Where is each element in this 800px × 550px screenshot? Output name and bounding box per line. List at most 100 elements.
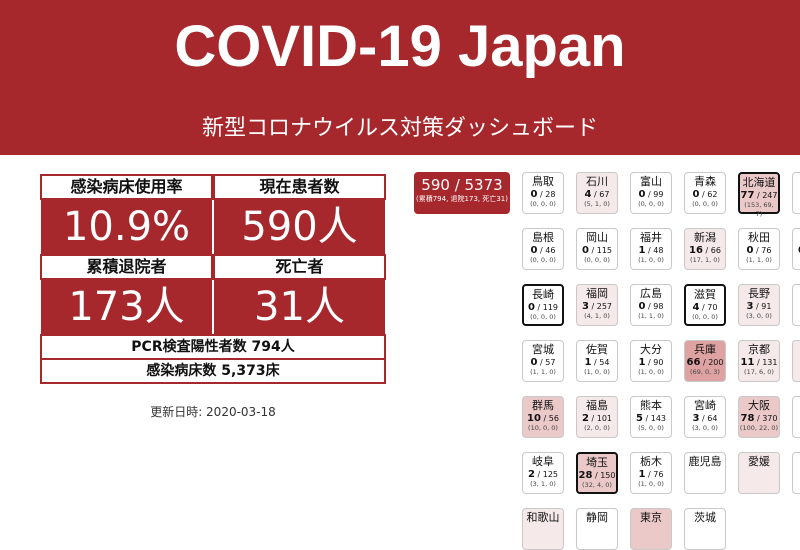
prefecture-name: 滋賀 [694, 288, 716, 301]
prefecture-tile[interactable]: 岡山 0 / 115 (0, 0, 0) [576, 228, 618, 270]
prefecture-tile[interactable]: 埼玉 28 / 150 (32, 4, 0) [576, 452, 618, 494]
prefecture-current: 1 [584, 357, 592, 368]
prefecture-beds: 91 [761, 302, 772, 311]
prefecture-tile[interactable]: 愛媛 [738, 452, 780, 494]
prefecture-tile[interactable]: 福岡 3 / 257 (4, 1, 0) [576, 284, 618, 326]
prefecture-tile[interactable]: 岐阜 2 / 125 (3, 1, 0) [522, 452, 564, 494]
prefecture-tile[interactable]: 兵庫 66 / 200 (69, 0, 3) [684, 340, 726, 382]
prefecture-breakdown: (0, 0, 0) [530, 313, 556, 321]
prefecture-tile[interactable]: 長野 3 / 91 (3, 0, 0) [738, 284, 780, 326]
prefecture-tile[interactable]: 鳥取 0 / 28 (0, 0, 0) [522, 172, 564, 214]
prefecture-beds: 131 [762, 358, 778, 367]
prefecture-count: 78 / 370 [739, 413, 779, 424]
prefecture-tile[interactable]: 京都 11 / 131 (17, 6, 0) [738, 340, 780, 382]
prefecture-breakdown: (1, 0, 0) [793, 200, 800, 209]
prefecture-tile[interactable]: 富山 0 / 99 (0, 0, 0) [630, 172, 672, 214]
prefecture-tile[interactable]: 熊本 5 / 143 (5, 0, 0) [630, 396, 672, 438]
prefecture-tile[interactable]: 茨城 [684, 508, 726, 550]
national-summary-tile[interactable]: 590 / 5373 (累積794, 退院173, 死亡31) [414, 172, 510, 214]
prefecture-breakdown: (69, 0, 3) [690, 368, 720, 376]
prefecture-tile[interactable]: 群馬 10 / 56 (10, 0, 0) [522, 396, 564, 438]
prefecture-current: 4 [692, 302, 700, 313]
prefecture-tile[interactable]: 滋賀 4 / 70 (0, 0, 0) [684, 284, 726, 326]
prefecture-tile[interactable]: 石川 4 / 67 (5, 1, 0) [576, 172, 618, 214]
prefecture-tile[interactable]: 広島 0 / 98 (1, 1, 0) [630, 284, 672, 326]
prefecture-beds: 370 [762, 414, 778, 423]
deaths-label: 死亡者 [213, 254, 386, 280]
prefecture-breakdown: (153, 69, 7) [744, 201, 774, 218]
prefecture-tile[interactable]: 宮崎 3 / 64 (3, 0, 0) [684, 396, 726, 438]
prefecture-name: 愛媛 [748, 455, 770, 468]
prefecture-beds: 143 [650, 414, 667, 423]
prefecture-tile[interactable]: 奈良2 / 54(6, 4, 0) [792, 396, 800, 438]
prefecture-tile[interactable]: 山口1 / 70(1, 0, 0) [792, 172, 800, 214]
discharged-label: 累積退院者 [40, 254, 213, 280]
prefecture-beds: 54 [599, 358, 610, 367]
prefecture-current: 77 [740, 190, 755, 201]
prefecture-tile[interactable]: 宮城 0 / 57 (1, 1, 0) [522, 340, 564, 382]
prefecture-current: 0 [638, 189, 646, 200]
prefecture-name: 茨城 [694, 511, 716, 524]
prefecture-tile[interactable]: 香川 [792, 452, 800, 494]
prefecture-tile[interactable]: 静岡 [576, 508, 618, 550]
prefecture-tile[interactable]: 新潟 16 / 66 (17, 1, 0) [684, 228, 726, 270]
prefecture-name: 新潟 [694, 231, 716, 244]
prefecture-beds: 46 [545, 246, 556, 255]
count-separator: / [645, 470, 654, 479]
prefecture-beds: 119 [542, 303, 559, 312]
prefecture-tile[interactable]: 栃木 1 / 76 (1, 0, 0) [630, 452, 672, 494]
prefecture-breakdown: (6, 4, 0) [793, 424, 800, 433]
count-separator: / [702, 246, 711, 255]
prefecture-current: 16 [689, 245, 703, 256]
prefecture-name: 福岡 [586, 287, 608, 300]
prefecture-count: 4 / 67 [577, 189, 617, 200]
prefecture-beds: 76 [761, 246, 772, 255]
prefecture-breakdown: (32, 4, 0) [582, 481, 612, 489]
prefecture-tile[interactable]: 大分 1 / 90 (1, 0, 0) [630, 340, 672, 382]
prefecture-name: 静岡 [586, 511, 608, 524]
prefecture-tile[interactable]: 秋田 0 / 76 (1, 1, 0) [738, 228, 780, 270]
prefecture-beds: 57 [545, 358, 556, 367]
prefecture-breakdown: (1, 1, 0) [530, 368, 556, 376]
prefecture-current: 2 [527, 469, 535, 480]
prefecture-beds: 257 [596, 302, 613, 311]
prefecture-tile[interactable]: 大阪 78 / 370 (100, 22, 0) [738, 396, 780, 438]
prefecture-count: 11 / 131 [739, 357, 779, 368]
stats-panel: 感染病床使用率 現在患者数 10.9% 590人 累積退院者 死亡者 173人 … [40, 174, 386, 384]
prefecture-breakdown: (0, 0, 0) [692, 200, 718, 208]
prefecture-tile[interactable]: 島根 0 / 46 (0, 0, 0) [522, 228, 564, 270]
updated-timestamp: 更新日時: 2020-03-18 [150, 405, 276, 419]
prefecture-tile[interactable]: 岩手0 / 129(0, 0, 0) [792, 228, 800, 270]
prefecture-tile[interactable]: 山梨2 / 52(2, 0, 0) [792, 340, 800, 382]
prefecture-tile[interactable]: 長崎 0 / 119 (0, 0, 0) [522, 284, 564, 326]
prefecture-name: 秋田 [748, 231, 770, 244]
prefecture-count: 2 / 52 [793, 357, 800, 368]
prefecture-count: 0 / 115 [577, 245, 617, 256]
count-separator: / [588, 414, 597, 423]
prefecture-tile[interactable]: 福井 1 / 48 (1, 0, 0) [630, 228, 672, 270]
prefecture-breakdown: (1, 0, 0) [638, 368, 664, 376]
prefecture-tile[interactable]: 山形0 / 60(0, 0, 0) [792, 284, 800, 326]
prefecture-count: 0 / 119 [524, 302, 562, 313]
prefecture-tile[interactable]: 福島 2 / 101 (2, 0, 0) [576, 396, 618, 438]
prefecture-name: 鹿児島 [688, 455, 722, 468]
prefecture-count: 0 / 98 [631, 301, 671, 312]
prefecture-breakdown: (4, 1, 0) [584, 312, 610, 320]
prefecture-count: 77 / 247 [740, 190, 778, 201]
prefecture-tile[interactable]: 東京 [630, 508, 672, 550]
pcr-positive-count: PCR検査陽性者数 794人 [40, 334, 386, 360]
prefecture-tile[interactable]: 和歌山 [522, 508, 564, 550]
prefecture-tile[interactable]: 佐賀 1 / 54 (1, 0, 0) [576, 340, 618, 382]
prefecture-breakdown: (3, 0, 0) [692, 424, 718, 432]
prefecture-name: 山口 [793, 173, 800, 189]
prefecture-count: 2 / 54 [793, 413, 800, 424]
prefecture-name: 大分 [640, 343, 662, 356]
prefecture-tile[interactable]: 北海道 77 / 247 (153, 69, 7) [738, 172, 780, 218]
prefecture-count: 1 / 70 [793, 189, 800, 200]
prefecture-tile[interactable]: 鹿児島 [684, 452, 726, 494]
prefecture-count: 3 / 64 [685, 413, 725, 424]
summary-detail: (累積794, 退院173, 死亡31) [416, 195, 508, 203]
prefecture-name: 山梨 [793, 341, 800, 357]
prefecture-tile[interactable]: 青森 0 / 62 (0, 0, 0) [684, 172, 726, 214]
summary-main: 590 / 5373 [421, 176, 503, 194]
